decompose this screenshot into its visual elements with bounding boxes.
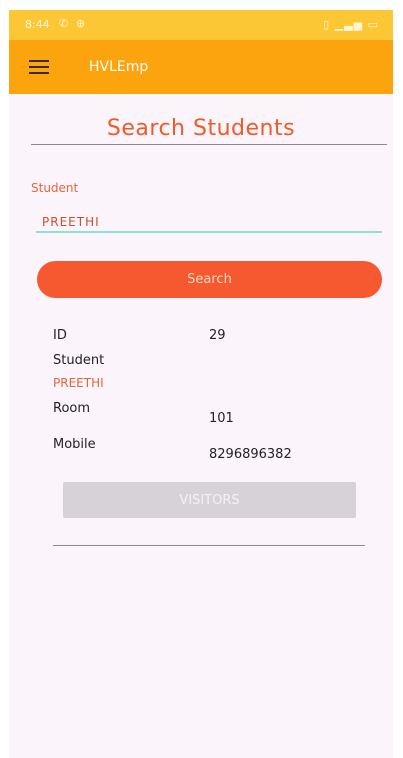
status-bar: 8:44 ✆ ⊕ ▯ ▁▃▅ ▭ [9,10,393,40]
id-value: 29 [209,328,226,343]
student-input[interactable] [36,213,382,233]
app-bar: HVLEmp [9,40,393,94]
search-button[interactable]: Search [37,261,382,298]
id-label: ID [53,328,67,343]
visitors-button[interactable]: VISITORS [63,482,356,518]
status-time: 8:44 [25,18,50,31]
mobile-value: 8296896382 [209,447,292,462]
title-divider [31,144,387,145]
hamburger-menu-icon[interactable] [29,60,49,74]
student-field-label: Student [31,181,79,195]
app-screen: 8:44 ✆ ⊕ ▯ ▁▃▅ ▭ HVLEmp Search Students … [9,10,393,758]
vibrate-icon: ▯ [323,18,331,31]
location-icon: ⊕ [76,17,86,30]
student-label: Student [53,353,105,368]
mobile-label: Mobile [53,437,96,452]
signal-icon: ▁▃▅ [334,18,364,31]
room-value: 101 [209,411,234,426]
student-name-value: PREETHI [53,376,104,390]
room-label: Room [53,401,91,416]
phone-icon: ✆ [59,17,69,30]
page-title: Search Students [106,116,296,141]
battery-icon: ▭ [367,18,379,31]
app-title: HVLEmp [89,59,149,75]
bottom-divider [53,545,365,546]
